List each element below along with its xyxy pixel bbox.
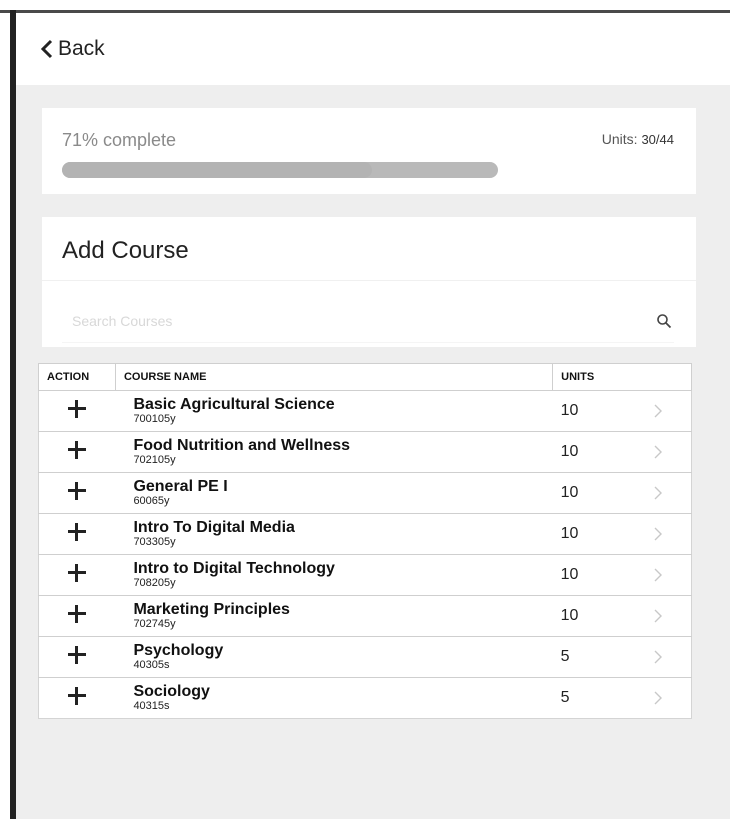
course-name: Intro to Digital Technology — [133, 560, 335, 577]
course-code: 702745y — [133, 618, 176, 630]
chevron-cell — [632, 636, 692, 678]
action-cell — [38, 554, 116, 596]
column-header-course-name: COURSE NAME — [114, 363, 554, 391]
chevron-cell — [632, 677, 692, 719]
column-header-units: UNITS — [552, 363, 633, 391]
course-name: Intro To Digital Media — [133, 519, 295, 536]
header-bar: Back — [16, 13, 730, 85]
add-course-plus-icon[interactable] — [68, 522, 87, 541]
course-name: Basic Agricultural Science — [133, 396, 335, 413]
chevron-cell — [632, 513, 692, 555]
units-label: Units: — [601, 131, 638, 147]
chevron-cell — [632, 554, 692, 596]
back-button[interactable]: Back — [40, 37, 105, 61]
table-row[interactable]: Intro to Digital Technology 708205y 10 — [38, 554, 692, 596]
course-code: 40315s — [133, 700, 170, 712]
table-row[interactable]: Basic Agricultural Science 700105y 10 — [38, 390, 692, 432]
chevron-cell — [632, 431, 692, 473]
units-summary: Units: 30/44 — [602, 131, 674, 147]
add-course-plus-icon[interactable] — [68, 686, 87, 705]
add-course-card: Add Course — [42, 217, 696, 347]
course-name: Food Nutrition and Wellness — [133, 437, 351, 454]
course-code: 60065y — [133, 495, 170, 507]
search-input[interactable] — [62, 301, 622, 341]
add-course-title: Add Course — [62, 237, 189, 264]
progress-percent-text: 71% complete — [62, 130, 177, 150]
table-header-row: ACTION COURSE NAME UNITS — [38, 363, 692, 391]
course-name-cell: Sociology 40315s — [115, 677, 553, 719]
app-screen: Back 71% complete Units: 30/44 Add Cours… — [16, 13, 730, 819]
action-cell — [38, 431, 116, 473]
chevron-right-icon[interactable] — [653, 691, 663, 705]
table-row[interactable]: General PE I 60065y 10 — [38, 472, 692, 514]
chevron-right-icon[interactable] — [653, 568, 663, 582]
course-name: Marketing Principles — [133, 601, 290, 618]
table-row[interactable]: Marketing Principles 702745y 10 — [38, 595, 692, 637]
progress-bar — [62, 162, 498, 178]
chevron-right-icon[interactable] — [653, 527, 663, 541]
action-cell — [38, 677, 116, 719]
chevron-cell — [632, 390, 692, 432]
course-units: 10 — [552, 431, 633, 473]
back-label: Back — [58, 37, 105, 60]
course-units: 10 — [552, 513, 633, 555]
add-course-plus-icon[interactable] — [68, 399, 87, 418]
add-course-plus-icon[interactable] — [68, 604, 87, 623]
course-units: 10 — [552, 390, 633, 432]
table-row[interactable]: Psychology 40305s 5 — [38, 636, 692, 678]
course-name: General PE I — [133, 478, 228, 495]
chevron-left-icon — [40, 39, 53, 59]
column-header-blank — [632, 363, 692, 391]
card-divider — [42, 280, 696, 281]
course-code: 708205y — [133, 577, 176, 589]
course-name-cell: Marketing Principles 702745y — [115, 595, 553, 637]
chevron-cell — [632, 595, 692, 637]
action-cell — [38, 513, 116, 555]
course-name-cell: Intro to Digital Technology 708205y — [115, 554, 553, 596]
action-cell — [38, 472, 116, 514]
course-name-cell: Food Nutrition and Wellness 702105y — [115, 431, 553, 473]
chevron-right-icon[interactable] — [653, 609, 663, 623]
progress-bar-fill — [62, 162, 372, 178]
course-units: 10 — [552, 554, 633, 596]
table-row[interactable]: Sociology 40315s 5 — [38, 677, 692, 719]
course-code: 700105y — [133, 413, 176, 425]
course-code: 703305y — [133, 536, 176, 548]
search-icon[interactable] — [656, 313, 672, 329]
table-row[interactable]: Food Nutrition and Wellness 702105y 10 — [38, 431, 692, 473]
chevron-right-icon[interactable] — [653, 404, 663, 418]
course-code: 40305s — [133, 659, 170, 671]
course-name-cell: Basic Agricultural Science 700105y — [115, 390, 553, 432]
chevron-right-icon[interactable] — [653, 445, 663, 459]
chevron-cell — [632, 472, 692, 514]
column-header-action: ACTION — [38, 363, 116, 391]
add-course-plus-icon[interactable] — [68, 563, 87, 582]
chevron-right-icon[interactable] — [653, 486, 663, 500]
course-name-cell: Psychology 40305s — [115, 636, 553, 678]
course-name: Psychology — [133, 642, 224, 659]
action-cell — [38, 636, 116, 678]
table-row[interactable]: Intro To Digital Media 703305y 10 — [38, 513, 692, 555]
action-cell — [38, 390, 116, 432]
chevron-right-icon[interactable] — [653, 650, 663, 664]
course-units: 5 — [552, 636, 633, 678]
courses-table: ACTION COURSE NAME UNITS Basic Agricultu… — [38, 363, 692, 719]
add-course-plus-icon[interactable] — [68, 481, 87, 500]
add-course-plus-icon[interactable] — [68, 440, 87, 459]
course-units: 10 — [552, 472, 633, 514]
course-units: 10 — [552, 595, 633, 637]
course-name-cell: Intro To Digital Media 703305y — [115, 513, 553, 555]
course-code: 702105y — [133, 454, 176, 466]
course-name: Sociology — [133, 683, 210, 700]
units-value: 30/44 — [641, 132, 674, 147]
action-cell — [38, 595, 116, 637]
progress-card: 71% complete Units: 30/44 — [42, 108, 696, 194]
add-course-plus-icon[interactable] — [68, 645, 87, 664]
course-name-cell: General PE I 60065y — [115, 472, 553, 514]
search-box — [62, 301, 674, 343]
course-units: 5 — [552, 677, 633, 719]
